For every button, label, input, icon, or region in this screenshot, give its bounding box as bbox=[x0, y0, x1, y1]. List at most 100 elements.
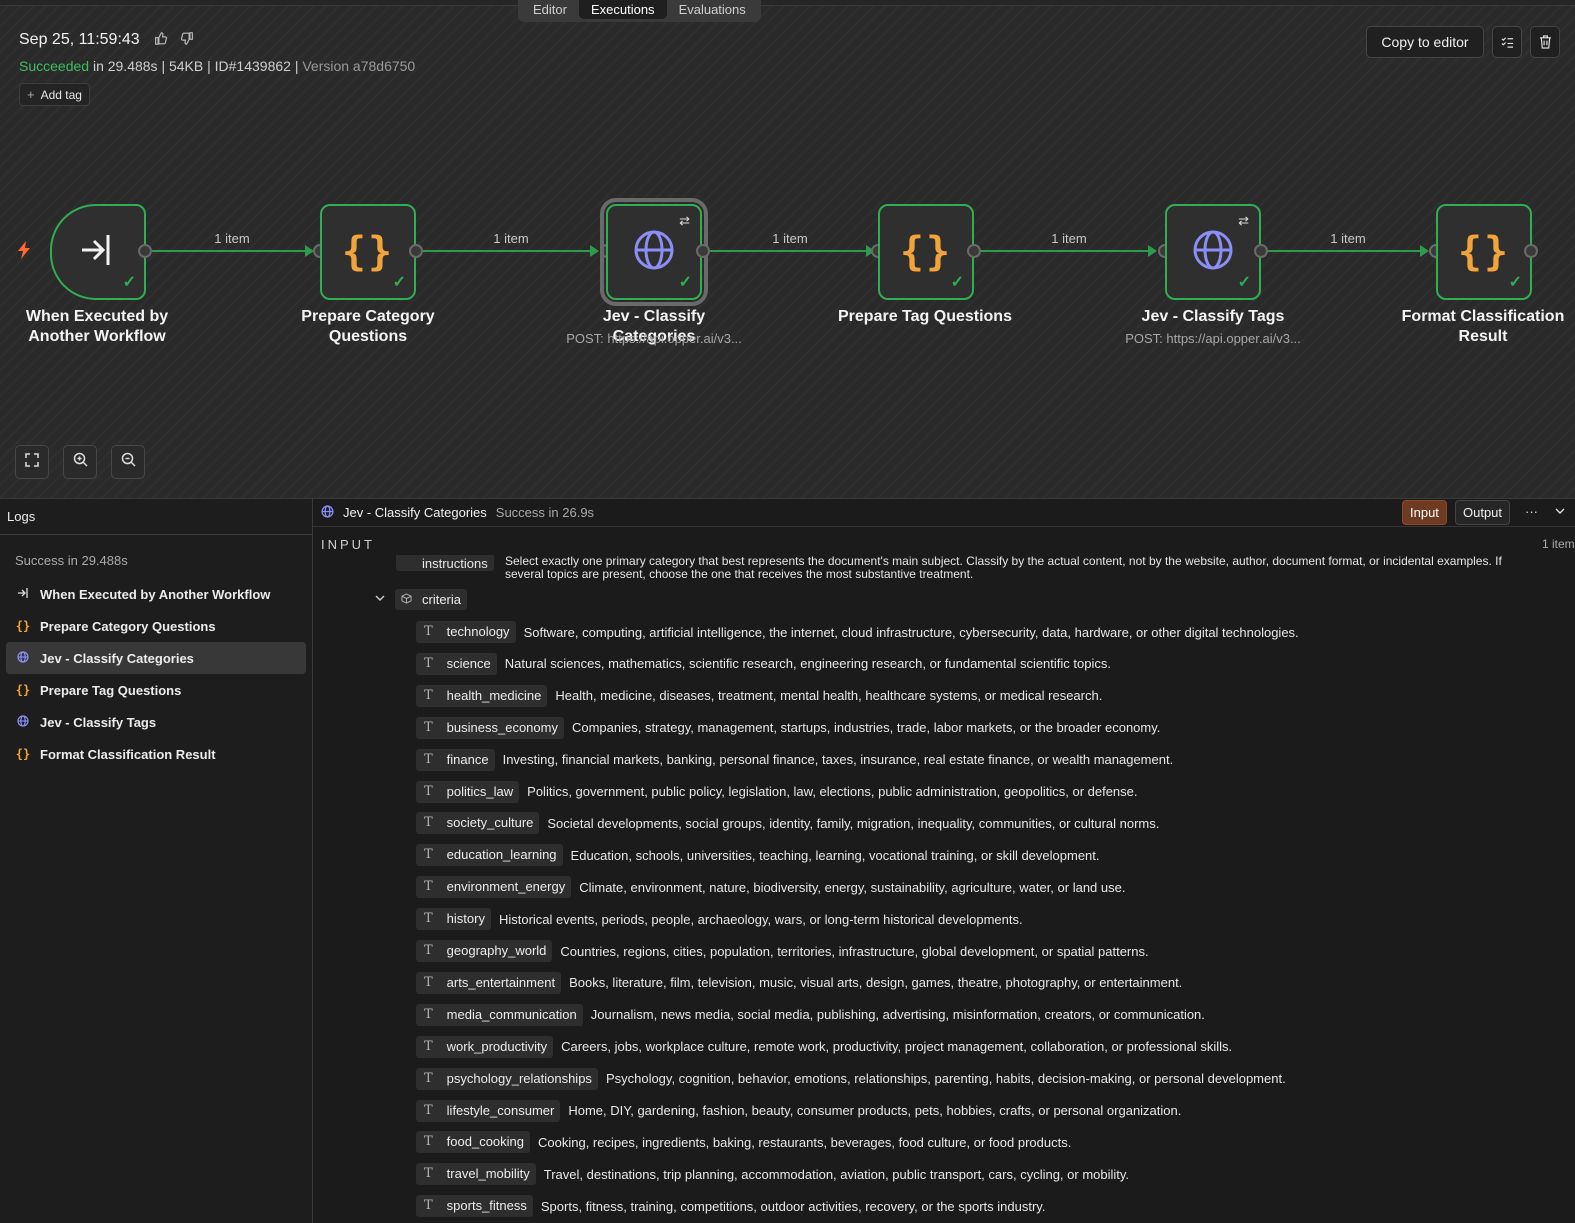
criteria-item-finance[interactable]: Tfinance Investing, financial markets, ba… bbox=[416, 748, 1173, 771]
text-type-icon: T bbox=[424, 1070, 433, 1086]
node-classify-categories[interactable]: ⇄ ✓ bbox=[600, 198, 708, 306]
thumbs-down-icon[interactable] bbox=[180, 32, 194, 48]
input-data-tree[interactable]: instructions Select exactly one primary … bbox=[313, 555, 1575, 1223]
output-port[interactable] bbox=[138, 244, 152, 258]
criteria-item-politics-law[interactable]: Tpolitics_law Politics, government, publi… bbox=[416, 780, 1138, 803]
log-item-when-executed[interactable]: When Executed by Another Workflow bbox=[6, 578, 306, 610]
criteria-item-work-productivity[interactable]: Twork_productivity Careers, jobs, workpla… bbox=[416, 1035, 1232, 1058]
log-item-prepare-category-questions[interactable]: {} Prepare Category Questions bbox=[6, 610, 306, 642]
text-type-icon: T bbox=[424, 1166, 433, 1182]
criteria-item-business-economy[interactable]: Tbusiness_economy Companies, strategy, ma… bbox=[416, 716, 1160, 739]
log-item-label: Format Classification Result bbox=[40, 746, 216, 762]
criteria-item-arts-entertainment[interactable]: Tarts_entertainment Books, literature, fi… bbox=[416, 971, 1183, 994]
items-count: 1 item bbox=[1542, 537, 1575, 551]
criteria-item-education-learning[interactable]: Teducation_learning Education, schools, u… bbox=[416, 844, 1100, 867]
node-subtitle: POST: https://api.opper.ai/v3... bbox=[566, 331, 742, 346]
connection-label: 1 item bbox=[772, 231, 808, 246]
output-port[interactable] bbox=[696, 244, 710, 258]
connection-line bbox=[709, 250, 869, 252]
panel-header: Jev - Classify Categories Success in 26.… bbox=[313, 499, 1575, 527]
execution-date: Sep 25, 11:59:43 bbox=[19, 31, 140, 48]
text-type-icon: T bbox=[424, 1006, 433, 1022]
output-port[interactable] bbox=[1524, 244, 1538, 258]
node-output-panel: Jev - Classify Categories Success in 26.… bbox=[313, 498, 1575, 1223]
input-section-label: INPUT bbox=[321, 537, 375, 552]
criteria-item-geography-world[interactable]: Tgeography_world Countries, regions, citi… bbox=[416, 940, 1149, 962]
globe-icon bbox=[15, 650, 31, 666]
criteria-item-science[interactable]: Tscience Natural sciences, mathematics, s… bbox=[416, 652, 1111, 675]
criteria-item-value: Software, computing, artificial intellig… bbox=[523, 624, 1299, 640]
criteria-label: criteria bbox=[422, 592, 462, 607]
criteria-item-value: Travel, destinations, trip planning, acc… bbox=[543, 1166, 1130, 1182]
copy-to-editor-button[interactable]: Copy to editor bbox=[1366, 26, 1484, 58]
globe-icon bbox=[633, 229, 675, 276]
node-prepare-category-questions[interactable]: {} ✓ bbox=[320, 204, 416, 300]
retry-icon: ⇄ bbox=[679, 213, 690, 228]
chevron-down-icon[interactable] bbox=[1555, 504, 1565, 519]
criteria-item-food-cooking[interactable]: Tfood_cooking Cooking, recipes, ingredien… bbox=[416, 1131, 1072, 1154]
log-item-classify-categories[interactable]: Jev - Classify Categories bbox=[6, 642, 306, 674]
list-check-icon[interactable] bbox=[1492, 26, 1522, 58]
criteria-item-key-label: arts_entertainment bbox=[446, 974, 556, 990]
criteria-item-key: Tbusiness_economy bbox=[416, 716, 564, 739]
criteria-item-health-medicine[interactable]: Thealth_medicine Health, medicine, diseas… bbox=[416, 684, 1103, 707]
text-type-icon: T bbox=[424, 943, 433, 958]
text-type-icon: T bbox=[424, 624, 433, 639]
success-check-icon: ✓ bbox=[1237, 274, 1251, 291]
trash-icon[interactable] bbox=[1530, 26, 1560, 58]
log-item-format-classification-result[interactable]: {} Format Classification Result bbox=[6, 738, 306, 770]
output-port[interactable] bbox=[1254, 244, 1268, 258]
connection-line bbox=[423, 250, 595, 252]
fit-view-button[interactable] bbox=[15, 445, 49, 479]
zoom-in-button[interactable] bbox=[63, 445, 97, 479]
node-format-classification-result[interactable]: {} ✓ bbox=[1436, 204, 1532, 300]
workflow-canvas[interactable]: Editor Executions Evaluations Sep 25, 11… bbox=[0, 0, 1575, 498]
criteria-item-value: Health, medicine, diseases, treatment, m… bbox=[555, 688, 1103, 704]
connection-line bbox=[152, 250, 312, 252]
criteria-item-psychology-relationships[interactable]: Tpsychology_relationships Psychology, cog… bbox=[416, 1067, 1286, 1090]
retry-icon: ⇄ bbox=[1238, 213, 1249, 228]
node-when-executed[interactable]: ✓ bbox=[50, 204, 146, 300]
criteria-item-lifestyle-consumer[interactable]: Tlifestyle_consumer Home, DIY, gardening,… bbox=[416, 1099, 1181, 1122]
node-prepare-tag-questions[interactable]: {} ✓ bbox=[878, 204, 974, 300]
criteria-item-key-label: psychology_relationships bbox=[446, 1070, 592, 1086]
more-options-icon[interactable]: ··· bbox=[1525, 504, 1538, 519]
criteria-item-value: Natural sciences, mathematics, scientifi… bbox=[504, 656, 1111, 672]
connection-line bbox=[980, 250, 1150, 252]
zoom-out-button[interactable] bbox=[111, 445, 145, 479]
criteria-item-society-culture[interactable]: Tsociety_culture Societal developments, s… bbox=[416, 812, 1160, 835]
criteria-item-history[interactable]: Thistory Historical events, periods, peop… bbox=[416, 908, 1023, 931]
output-toggle-button[interactable]: Output bbox=[1455, 500, 1511, 525]
log-item-classify-tags[interactable]: Jev - Classify Tags bbox=[6, 706, 306, 738]
connection-label: 1 item bbox=[1330, 231, 1366, 246]
criteria-row[interactable]: criteria bbox=[375, 589, 468, 610]
add-tag-button[interactable]: + Add tag bbox=[19, 83, 90, 106]
connection-label: 1 item bbox=[1051, 231, 1087, 246]
execution-header: Sep 25, 11:59:43 bbox=[19, 31, 194, 49]
criteria-item-value: Education, schools, universities, teachi… bbox=[570, 847, 1100, 863]
output-port[interactable] bbox=[967, 244, 981, 258]
criteria-item-value: Books, literature, film, television, mus… bbox=[569, 975, 1183, 991]
output-port[interactable] bbox=[409, 244, 423, 258]
thumbs-up-icon[interactable] bbox=[154, 32, 167, 48]
node-classify-tags[interactable]: ⇄ ✓ bbox=[1165, 204, 1261, 300]
node-title: Jev - Classify Tags bbox=[1141, 308, 1285, 325]
criteria-item-technology[interactable]: Ttechnology Software, computing, artifici… bbox=[416, 621, 1299, 643]
chevron-down-icon[interactable] bbox=[375, 593, 387, 606]
criteria-item-value: Cooking, recipes, ingredients, baking, r… bbox=[538, 1134, 1072, 1150]
text-type-icon: T bbox=[424, 751, 433, 767]
tab-editor[interactable]: Editor bbox=[521, 0, 579, 19]
criteria-item-sports-fitness[interactable]: Tsports_fitness Sports, fitness, training… bbox=[416, 1195, 1045, 1218]
success-check-icon: ✓ bbox=[950, 274, 964, 291]
tab-evaluations[interactable]: Evaluations bbox=[667, 0, 758, 19]
criteria-item-key: Ttechnology bbox=[416, 621, 516, 643]
tab-executions[interactable]: Executions bbox=[578, 0, 667, 19]
text-type-icon: T bbox=[424, 911, 433, 927]
criteria-item-travel-mobility[interactable]: Ttravel_mobility Travel, destinations, tr… bbox=[416, 1163, 1130, 1186]
globe-icon bbox=[1192, 229, 1234, 276]
criteria-item-value: Societal developments, social groups, id… bbox=[547, 815, 1160, 831]
criteria-item-environment-energy[interactable]: Tenvironment_energy Climate, environment,… bbox=[416, 876, 1125, 899]
log-item-prepare-tag-questions[interactable]: {} Prepare Tag Questions bbox=[6, 674, 306, 706]
criteria-item-media-communication[interactable]: Tmedia_communication Journalism, news med… bbox=[416, 1003, 1205, 1026]
input-toggle-button[interactable]: Input bbox=[1402, 500, 1447, 525]
